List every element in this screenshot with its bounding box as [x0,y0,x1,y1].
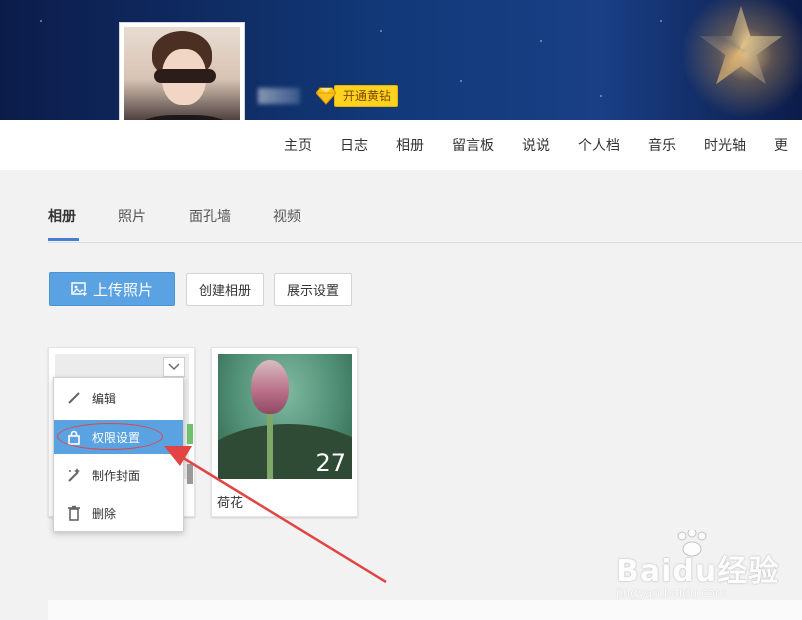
display-settings-label: 展示设置 [286,284,339,299]
nav-item-blog[interactable]: 日志 [326,120,382,170]
nav-item-music[interactable]: 音乐 [634,120,690,170]
album-card[interactable]: 27 荷花 [211,347,358,517]
nav-item-profile[interactable]: 个人档 [564,120,634,170]
vip-badge[interactable]: 开通黄钻 [315,85,399,107]
active-tab-indicator [48,238,79,241]
trash-icon [66,505,82,521]
image-upload-icon [71,282,87,296]
album-cover: 27 [218,354,352,479]
create-album-button[interactable]: 创建相册 [186,273,264,306]
tab-photos[interactable]: 照片 [118,206,146,226]
album-context-menu: 编辑 权限设置 制作封面 删除 [53,377,184,532]
album-menu-toggle[interactable] [163,357,185,377]
watermark-brand: Baidu经验 [616,554,780,589]
nav-item-more[interactable]: 更 [760,120,802,170]
create-album-label: 创建相册 [198,284,251,299]
vip-label: 开通黄钻 [334,85,399,107]
nav-item-guestbook[interactable]: 留言板 [438,120,508,170]
upload-photo-label: 上传照片 [92,280,153,299]
tab-video[interactable]: 视频 [273,206,301,226]
menu-item-make-cover[interactable]: 制作封面 [54,458,183,492]
photo-count: 27 [315,449,346,477]
annotation-ellipse [57,423,163,450]
diamond-icon [315,87,337,105]
nav-item-moments[interactable]: 说说 [508,120,564,170]
main-nav: 主页 日志 相册 留言板 说说 个人档 音乐 时光轴 更 [0,120,802,170]
baidu-watermark: Baidu经验 jingyan.baidu.com [616,530,796,610]
menu-item-delete[interactable]: 删除 [54,496,183,530]
album-name[interactable]: 荷花 [217,492,243,511]
nav-item-timeline[interactable]: 时光轴 [690,120,760,170]
tab-face-wall[interactable]: 面孔墙 [189,206,231,226]
magic-wand-icon [66,467,82,483]
upload-photo-button[interactable]: 上传照片 [49,272,175,306]
nav-item-album[interactable]: 相册 [382,120,438,170]
menu-item-edit[interactable]: 编辑 [54,381,183,415]
nav-list: 主页 日志 相册 留言板 说说 个人档 音乐 时光轴 更 [270,120,802,170]
display-settings-button[interactable]: 展示设置 [274,273,352,306]
username-blurred [258,88,300,104]
nav-item-home[interactable]: 主页 [270,120,326,170]
album-tabs: 相册 照片 面孔墙 视频 [48,198,802,243]
menu-item-label: 制作封面 [92,468,141,483]
tab-albums[interactable]: 相册 [48,206,76,226]
menu-item-label: 删除 [92,506,117,521]
pencil-icon [66,390,82,406]
chevron-down-icon [168,363,180,370]
watermark-url: jingyan.baidu.com [616,586,727,600]
menu-item-label: 编辑 [92,391,117,406]
